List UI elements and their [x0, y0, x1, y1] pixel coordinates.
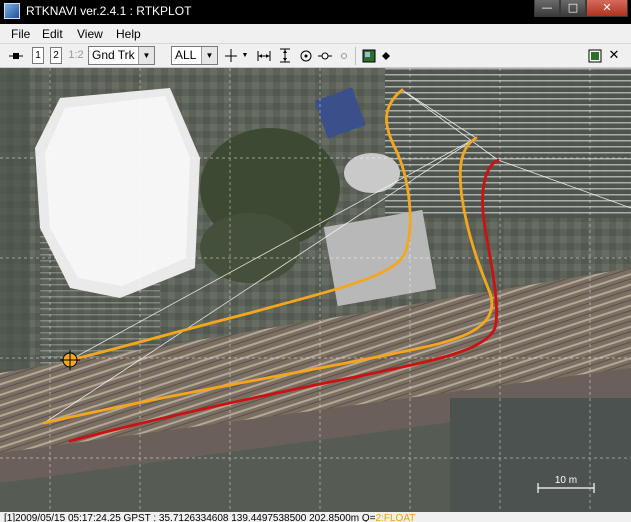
plot-12-button[interactable]: 1:2: [68, 47, 84, 64]
satellite-value: ALL: [175, 48, 197, 62]
plot-1-button[interactable]: 1: [32, 47, 44, 64]
close-icon[interactable]: ✕: [606, 47, 622, 64]
chevron-down-icon: ▼: [201, 47, 217, 64]
tree-cluster: [200, 213, 300, 283]
satellite-select[interactable]: ALL ▼: [171, 46, 218, 65]
menu-file[interactable]: File: [11, 27, 30, 41]
scale-label: 10 m: [555, 475, 577, 486]
minimize-button[interactable]: —: [534, 0, 560, 17]
toolbar: 1 2 1:2 Gnd Trk ▼ ALL ▼ ▼ ✕: [0, 44, 631, 68]
app-icon: [4, 3, 20, 19]
crosshair-icon[interactable]: [223, 47, 239, 64]
show-grid-icon[interactable]: [587, 47, 603, 64]
show-track-icon[interactable]: [317, 47, 333, 64]
menu-help[interactable]: Help: [116, 27, 141, 41]
connect-icon[interactable]: [8, 47, 24, 64]
toolbar-separator: [355, 47, 356, 65]
window-title: RTKNAVI ver.2.4.1 : RTKPLOT: [26, 4, 192, 18]
menu-bar: File Edit View Help: [0, 24, 631, 44]
menu-view[interactable]: View: [77, 27, 103, 41]
tank: [344, 153, 400, 193]
show-point-icon[interactable]: [338, 47, 350, 64]
center-origin-icon[interactable]: [298, 47, 314, 64]
plot-type-value: Gnd Trk: [92, 48, 135, 62]
close-button[interactable]: ✕: [586, 0, 628, 17]
map-view[interactable]: 10 m: [0, 68, 631, 512]
status-quality: 2:FLOAT: [375, 513, 416, 522]
building-roof: [45, 96, 190, 286]
plot-2-button[interactable]: 2: [50, 47, 62, 64]
status-bar: [1]2009/05/15 05:17:24.25 GPST : 35.7126…: [0, 512, 631, 522]
plot-type-select[interactable]: Gnd Trk ▼: [88, 46, 155, 65]
maximize-button[interactable]: □: [560, 0, 586, 17]
fit-vertical-icon[interactable]: [277, 47, 293, 64]
show-map-icon[interactable]: [361, 47, 377, 64]
menu-edit[interactable]: Edit: [42, 27, 63, 41]
status-text: [1]2009/05/15 05:17:24.25 GPST : 35.7126…: [4, 512, 415, 522]
map-canvas[interactable]: 10 m: [0, 68, 631, 512]
building: [450, 398, 631, 512]
fit-horizontal-icon[interactable]: [256, 47, 272, 64]
title-bar: RTKNAVI ver.2.4.1 : RTKPLOT — □ ✕: [0, 0, 631, 24]
crosshair-menu-chevron-icon[interactable]: ▼: [240, 47, 250, 64]
show-marker-icon[interactable]: [380, 47, 392, 64]
chevron-down-icon: ▼: [138, 47, 154, 64]
status-position: [1]2009/05/15 05:17:24.25 GPST : 35.7126…: [4, 513, 376, 522]
parking-lot: [385, 68, 631, 218]
